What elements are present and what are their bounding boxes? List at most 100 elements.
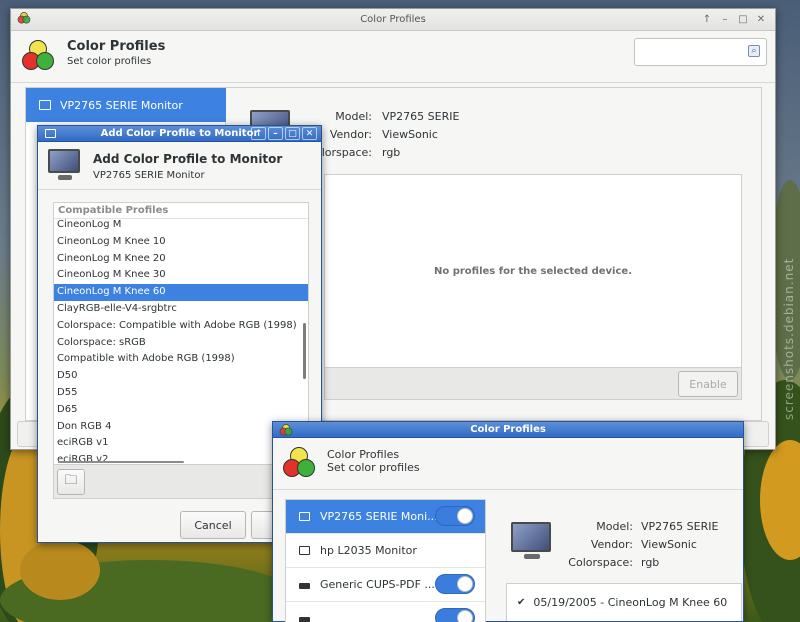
- profile-list-item[interactable]: Colorspace: Compatible with Adobe RGB (1…: [54, 318, 308, 335]
- toggle-knob: [457, 610, 473, 622]
- device-list-item-label: Generic CUPS-PDF ...: [320, 578, 435, 591]
- dialog-monitor-icon: [45, 129, 56, 138]
- printer-icon: [299, 580, 310, 589]
- profile-list-item[interactable]: CineonLog M: [54, 217, 308, 234]
- profiles-list-empty: No profiles for the selected device.: [324, 174, 742, 368]
- maximize-icon[interactable]: □: [285, 127, 300, 140]
- toggle-knob: [457, 576, 473, 592]
- device-list-item[interactable]: hp L2035 Monitor: [286, 534, 485, 568]
- maximize-icon[interactable]: □: [735, 13, 751, 27]
- checkmark-icon: ✔: [517, 597, 526, 608]
- color-profiles-logo-icon: [22, 40, 54, 72]
- profile-list-item-label: Don RGB 4: [57, 420, 112, 432]
- profile-list-item-label: Compatible with Adobe RGB (1998): [57, 353, 235, 365]
- colorspace-value: rgb: [382, 146, 401, 159]
- toggle-knob: [457, 508, 473, 524]
- device-enable-toggle[interactable]: [435, 574, 475, 594]
- sidebar-item-vp2765[interactable]: VP2765 SERIE Monitor: [26, 88, 226, 122]
- second-window-titlebar[interactable]: Color Profiles: [273, 422, 743, 438]
- import-file-button[interactable]: 🗀: [57, 469, 85, 495]
- close-icon[interactable]: ✕: [302, 127, 317, 140]
- folder-icon: 🗀: [64, 473, 78, 488]
- dialog-titlebar[interactable]: Add Color Profile to Monitor ↑ – □ ✕: [38, 126, 321, 142]
- model-label: Model:: [335, 110, 372, 123]
- profile-list-item[interactable]: eciRGB v2: [54, 452, 308, 465]
- dialog-header: Add Color Profile to Monitor VP2765 SERI…: [38, 142, 321, 190]
- profile-list-item[interactable]: D50: [54, 368, 308, 385]
- device-enable-toggle[interactable]: [435, 506, 475, 526]
- dialog-header-title: Add Color Profile to Monitor: [93, 152, 283, 166]
- profile-list-item[interactable]: eciRGB v1: [54, 435, 308, 452]
- device-list: VP2765 SERIE Moni... hp L2035 Monitor Gene…: [285, 499, 486, 622]
- model-value: VP2765 SERIE: [641, 520, 719, 533]
- profile-list-item-label: CineonLog M Knee 30: [57, 269, 166, 281]
- profile-list-item-label: D55: [57, 386, 78, 398]
- profile-list-item[interactable]: D55: [54, 385, 308, 402]
- dialog-list-toolbar: [53, 465, 309, 499]
- main-header-subtitle: Set color profiles: [67, 56, 152, 67]
- main-header-title: Color Profiles: [67, 39, 166, 54]
- enable-button[interactable]: Enable: [678, 371, 738, 397]
- profile-list-item-label: D65: [57, 403, 78, 415]
- compatible-profiles-list[interactable]: Compatible Profiles CineonLog M CineonLog…: [53, 202, 309, 465]
- keep-above-icon[interactable]: ↑: [699, 13, 715, 27]
- second-header-title: Color Profiles: [327, 448, 400, 461]
- device-list-item[interactable]: [286, 602, 485, 622]
- profile-rows: CineonLog M CineonLog M Knee 10 CineonLog …: [54, 217, 308, 465]
- device-list-item-label: hp L2035 Monitor: [320, 544, 417, 557]
- device-list-item[interactable]: Generic CUPS-PDF ...: [286, 568, 485, 602]
- profile-list-item-label: CineonLog M Knee 20: [57, 252, 166, 264]
- profile-list-item-label: Colorspace: Compatible with Adobe RGB (1…: [57, 319, 297, 331]
- profile-list-item[interactable]: Don RGB 4: [54, 419, 308, 436]
- profile-list-item-label: Colorspace: sRGB: [57, 336, 146, 348]
- second-header-subtitle: Set color profiles: [327, 461, 420, 474]
- profile-list-item-label: CineonLog M Knee 10: [57, 235, 166, 247]
- vendor-label: Vendor:: [590, 538, 633, 551]
- minimize-icon[interactable]: –: [717, 13, 733, 27]
- profile-list-item[interactable]: D65: [54, 402, 308, 419]
- second-header: Color Profiles Set color profiles: [273, 438, 743, 490]
- keep-above-icon[interactable]: ↑: [251, 127, 266, 140]
- profile-entry-label: 05/19/2005 - CineonLog M Knee 60: [533, 596, 728, 609]
- colorspace-label: Colorspace:: [568, 556, 633, 569]
- monitor-icon: [299, 512, 310, 521]
- profile-list-item[interactable]: ClayRGB-elle-V4-srgbtrc: [54, 301, 308, 318]
- model-value: VP2765 SERIE: [382, 110, 460, 123]
- search-input[interactable]: ⌕: [634, 38, 767, 66]
- main-window-titlebar[interactable]: Color Profiles ↑ – □ ✕: [11, 9, 775, 31]
- app-icon: [279, 424, 293, 436]
- model-label: Model:: [596, 520, 633, 533]
- profile-list-item-label: ClayRGB-elle-V4-srgbtrc: [57, 302, 177, 314]
- vendor-value: ViewSonic: [382, 128, 438, 141]
- monitor-icon: [39, 100, 51, 110]
- empty-message: No profiles for the selected device.: [433, 265, 632, 277]
- watermark-text: screenshots.debian.net: [782, 257, 796, 420]
- profile-list-item-label: eciRGB v2: [57, 454, 109, 465]
- device-list-item[interactable]: VP2765 SERIE Moni...: [286, 500, 485, 534]
- main-window-title: Color Profiles: [360, 14, 426, 25]
- color-profiles-logo-icon: [283, 447, 315, 479]
- profile-list-item[interactable]: CineonLog M Knee 20: [54, 251, 308, 268]
- device-enable-toggle[interactable]: [435, 608, 475, 622]
- list-scrollbar[interactable]: [303, 323, 306, 379]
- second-window-title: Color Profiles: [470, 424, 546, 435]
- colorspace-value: rgb: [641, 556, 660, 569]
- profile-list-item[interactable]: Colorspace: sRGB: [54, 335, 308, 352]
- minimize-icon[interactable]: –: [268, 127, 283, 140]
- profile-list-item-label: eciRGB v1: [57, 437, 109, 449]
- profile-list-item-label: CineonLog M Knee 60: [57, 286, 166, 298]
- device-list-item-label: VP2765 SERIE Moni...: [320, 510, 438, 523]
- second-color-profiles-window: Color Profiles Color Profiles Set color …: [272, 421, 744, 622]
- profile-list-item[interactable]: Compatible with Adobe RGB (1998): [54, 351, 308, 368]
- close-icon[interactable]: ✕: [753, 13, 769, 27]
- profile-list-item[interactable]: CineonLog M Knee 60: [54, 284, 308, 301]
- sidebar-item-label: VP2765 SERIE Monitor: [60, 98, 183, 112]
- cancel-button[interactable]: Cancel: [180, 511, 246, 539]
- profile-entry-row[interactable]: ✔ 05/19/2005 - CineonLog M Knee 60: [506, 583, 742, 621]
- profile-list-item[interactable]: CineonLog M Knee 30: [54, 267, 308, 284]
- main-header: Color Profiles Set color profiles ⌕: [11, 31, 775, 83]
- list-hscrollbar[interactable]: [58, 461, 184, 463]
- vendor-value: ViewSonic: [641, 538, 697, 551]
- profile-list-item[interactable]: CineonLog M Knee 10: [54, 234, 308, 251]
- monitor-icon: [299, 546, 310, 555]
